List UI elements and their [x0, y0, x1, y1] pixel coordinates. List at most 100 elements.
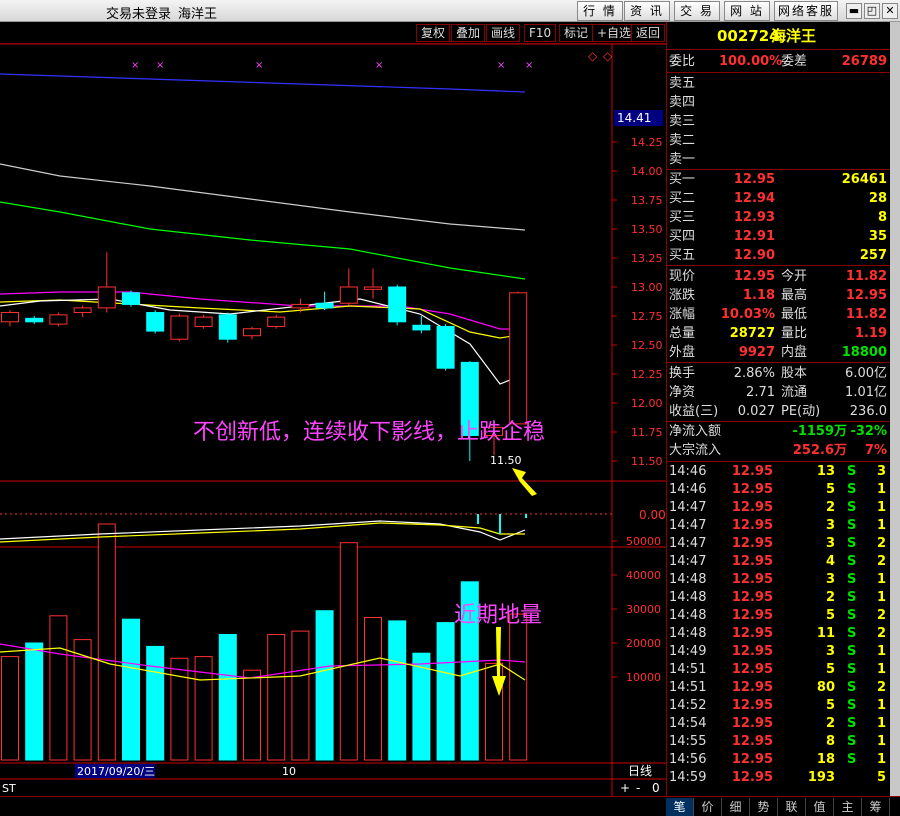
divider — [667, 72, 891, 73]
ma60-line — [0, 201, 526, 280]
tick-price: 12.95 — [731, 500, 773, 515]
period-label[interactable]: 日线 — [628, 764, 652, 778]
tick-price: 12.95 — [731, 644, 773, 659]
menu-website[interactable]: 网 站 — [724, 1, 770, 21]
fin-label: 净资 — [669, 385, 696, 400]
price-tick-label: 11.50 — [631, 455, 663, 468]
tab-chips[interactable]: 筹 — [862, 798, 890, 816]
zoom-out-button[interactable]: - — [636, 781, 640, 795]
menu-quotes[interactable]: 行 情 — [577, 1, 623, 21]
volume-bar — [1, 656, 19, 761]
tick-side: S — [847, 500, 857, 515]
tick-side: S — [847, 608, 857, 623]
tick-time: 14:55 — [669, 734, 707, 749]
menu-support[interactable]: 网络客服 — [774, 1, 838, 21]
flow-value: 252.6万 — [792, 443, 847, 458]
candle-body — [49, 314, 68, 325]
minimize-icon[interactable]: ▬ — [846, 3, 862, 19]
zoom-in-button[interactable]: + — [620, 781, 630, 795]
stat-value: 11.82 — [845, 269, 887, 284]
tab-trades[interactable]: 笔 — [666, 798, 694, 816]
restore-icon[interactable]: ◰ — [864, 3, 880, 19]
stat-value: 12.95 — [733, 269, 775, 284]
volume-bar — [49, 615, 68, 761]
btn-add-favorite[interactable]: +自选 — [592, 24, 637, 42]
buy-price: 12.91 — [733, 229, 775, 244]
candle-body — [73, 307, 92, 314]
tick-row: 14:47 12.95 3 S 1 — [667, 517, 891, 535]
tick-row: 14:48 12.95 11 S 2 — [667, 625, 891, 643]
quote-panel: 002724 海洋王 委比 100.00% 委差 26789 卖五 卖四 卖三 卖二卖… — [666, 22, 891, 796]
tick-price: 12.95 — [731, 572, 773, 587]
tick-time: 14:48 — [669, 572, 707, 587]
tick-price: 12.95 — [731, 680, 773, 695]
zoom-reset-button[interactable]: 0 — [652, 781, 660, 795]
tick-count: 1 — [877, 662, 887, 677]
signal-marker: × — [255, 60, 263, 71]
close-icon[interactable]: ✕ — [882, 3, 898, 19]
menu-trade[interactable]: 交 易 — [674, 1, 720, 21]
btn-mark[interactable]: 标记 — [559, 24, 594, 42]
divider — [667, 362, 891, 363]
volume-bar — [243, 669, 261, 761]
tick-row: 14:49 12.95 3 S 1 — [667, 643, 891, 661]
menu-news[interactable]: 资 讯 — [624, 1, 670, 21]
btn-draw[interactable]: 画线 — [486, 24, 521, 42]
tab-detail[interactable]: 细 — [722, 798, 750, 816]
stat-label: 总量 — [669, 326, 696, 341]
price-tick-label: 12.00 — [631, 397, 663, 410]
sell-label: 卖一 — [669, 152, 696, 167]
tick-price: 12.95 — [731, 590, 773, 605]
divider — [667, 265, 891, 266]
stat-value: 1.19 — [854, 326, 887, 341]
tick-volume: 5 — [825, 608, 835, 623]
side-toolbar[interactable] — [890, 22, 900, 796]
fin-row: 净资 2.71 流通 1.01亿 — [667, 383, 891, 402]
tick-count: 2 — [877, 536, 887, 551]
buy-volume: 26461 — [841, 172, 887, 187]
tick-row: 14:59 12.95 193 5 — [667, 769, 891, 787]
tick-price: 12.95 — [731, 536, 773, 551]
tick-volume: 3 — [825, 536, 835, 551]
tick-volume: 2 — [825, 590, 835, 605]
buy-volume: 8 — [877, 210, 887, 225]
tick-count: 1 — [877, 482, 887, 497]
tick-time: 14:51 — [669, 680, 707, 695]
tick-price: 12.95 — [731, 716, 773, 731]
tick-time: 14:59 — [669, 770, 707, 785]
trading-app: 交易未登录 海洋王 行 情 资 讯 交 易 网 站 网络客服 ▬ ◰ ✕ 复权 … — [0, 0, 900, 816]
btn-restore-rights[interactable]: 复权 — [416, 24, 451, 42]
kline-chart[interactable]: × × × × × × 14.41 14.25 14.00 13.75 13.50 13.25 13… — [0, 43, 666, 796]
volume-bar — [388, 620, 407, 761]
btn-back[interactable]: 返回 — [631, 24, 666, 42]
kline-svg[interactable]: × × × × × × 14.41 14.25 14.00 13.75 13.50 13.25 13… — [0, 43, 666, 796]
btn-overlay[interactable]: 叠加 — [451, 24, 486, 42]
signal-marker: × — [156, 60, 164, 71]
tick-row: 14:46 12.95 13 S 3 — [667, 463, 891, 481]
tab-value[interactable]: 值 — [806, 798, 834, 816]
tick-row: 14:47 12.95 4 S 2 — [667, 553, 891, 571]
flow-row: 大宗流入 252.6万 7% — [667, 441, 891, 460]
tick-row: 14:55 12.95 8 S 1 — [667, 733, 891, 751]
tick-time: 14:47 — [669, 518, 707, 533]
tab-price[interactable]: 价 — [694, 798, 722, 816]
btn-f10[interactable]: F10 — [524, 24, 557, 42]
tick-count: 3 — [877, 464, 887, 479]
tab-trend[interactable]: 势 — [750, 798, 778, 816]
candle-body — [97, 286, 116, 309]
tick-count: 1 — [877, 590, 887, 605]
stat-row: 现价 12.95 今开 11.82 — [667, 267, 891, 286]
stat-label: 涨幅 — [669, 307, 696, 322]
tab-related[interactable]: 联 — [778, 798, 806, 816]
tick-count: 2 — [877, 554, 887, 569]
flow-label: 大宗流入 — [669, 443, 722, 458]
volume-bar — [436, 622, 455, 761]
tick-side: S — [847, 590, 857, 605]
tab-main[interactable]: 主 — [834, 798, 862, 816]
volume-bar — [509, 613, 528, 761]
tick-time: 14:48 — [669, 626, 707, 641]
tick-price: 12.95 — [731, 554, 773, 569]
volume-bar — [122, 618, 140, 761]
stat-label: 现价 — [669, 269, 696, 284]
candle-body — [25, 317, 44, 323]
